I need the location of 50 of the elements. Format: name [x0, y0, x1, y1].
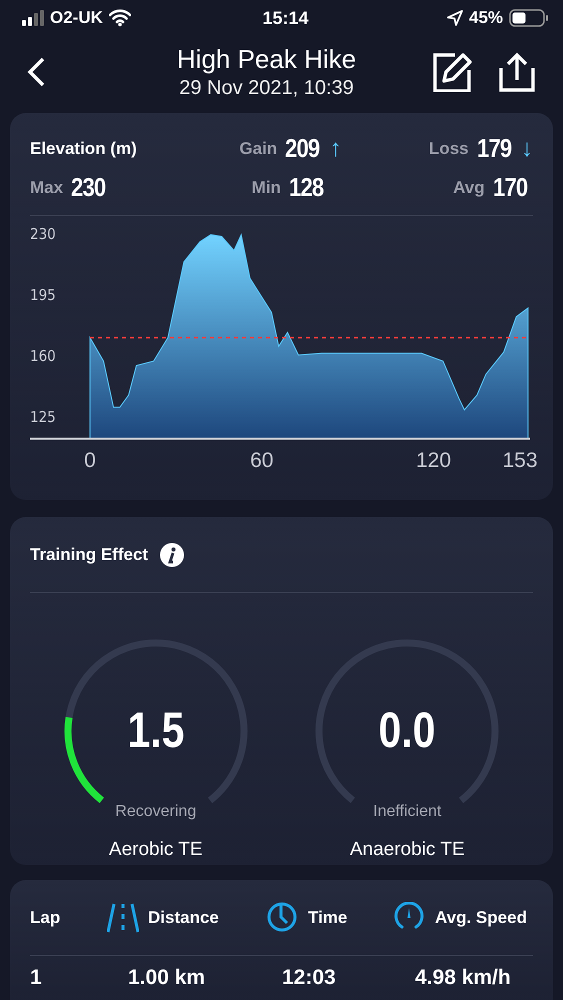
column-header: Avg. Speed	[435, 908, 527, 928]
table-cell-text: 4.98 km/h	[414, 965, 512, 990]
road-icon	[107, 902, 139, 934]
edit-button[interactable]	[433, 52, 473, 92]
stat-value: 128	[288, 172, 324, 203]
stat-value: 179	[476, 133, 511, 164]
trend-arrow: ↓	[521, 134, 533, 162]
table-cell-text: 12:03	[281, 965, 337, 990]
battery-icon	[509, 9, 550, 27]
info-icon[interactable]	[160, 542, 184, 566]
x-tick-label: 120	[416, 449, 452, 472]
column-header: Time	[308, 908, 348, 928]
location-icon	[446, 10, 463, 26]
chart-title: Elevation (m)	[30, 138, 137, 158]
stat-label: Min	[252, 178, 281, 198]
trend-arrow: ↑	[330, 134, 342, 162]
stat-label: Max	[30, 178, 64, 198]
clock-icon	[267, 902, 299, 934]
gauge-status: Recovering	[115, 803, 196, 821]
carrier-name: O2-UK	[50, 8, 103, 28]
y-tick-label: 125	[30, 408, 56, 426]
wifi-icon	[108, 9, 131, 27]
x-tick-label: 153	[502, 449, 538, 472]
battery-percent: 45%	[468, 8, 504, 28]
x-tick-label: 60	[250, 449, 274, 472]
column-header: Lap	[30, 908, 60, 928]
gauge-value: 1.5	[126, 701, 186, 759]
table-cell-text: 1.00 km	[127, 965, 206, 990]
stat-label: Loss	[428, 138, 469, 158]
stat-value: 170	[492, 172, 527, 203]
stat-value: 209	[285, 133, 320, 164]
activity-date: 29 Nov 2021, 10:39	[179, 76, 354, 101]
table-cell-text: 1	[30, 965, 43, 990]
status-time: 15:14	[262, 8, 309, 28]
gauge-value: 0.0	[378, 701, 437, 759]
y-tick-label: 195	[30, 286, 56, 304]
gauge-status: Inefficient	[373, 803, 442, 821]
signal-icon	[22, 10, 44, 26]
card-title: Training Effect	[30, 544, 148, 564]
column-header: Distance	[148, 908, 219, 928]
y-tick-label: 230	[30, 225, 56, 243]
y-tick-label: 160	[30, 347, 56, 366]
stat-value: 230	[71, 172, 106, 203]
stat-label: Avg	[453, 178, 485, 198]
gauge-label: Anaerobic TE	[350, 839, 465, 861]
share-button[interactable]	[497, 52, 537, 92]
activity-title: High Peak Hike	[176, 43, 356, 75]
x-tick-label: 0	[84, 449, 96, 472]
stat-label: Gain	[239, 138, 278, 158]
gauge-label: Aerobic TE	[108, 839, 203, 861]
